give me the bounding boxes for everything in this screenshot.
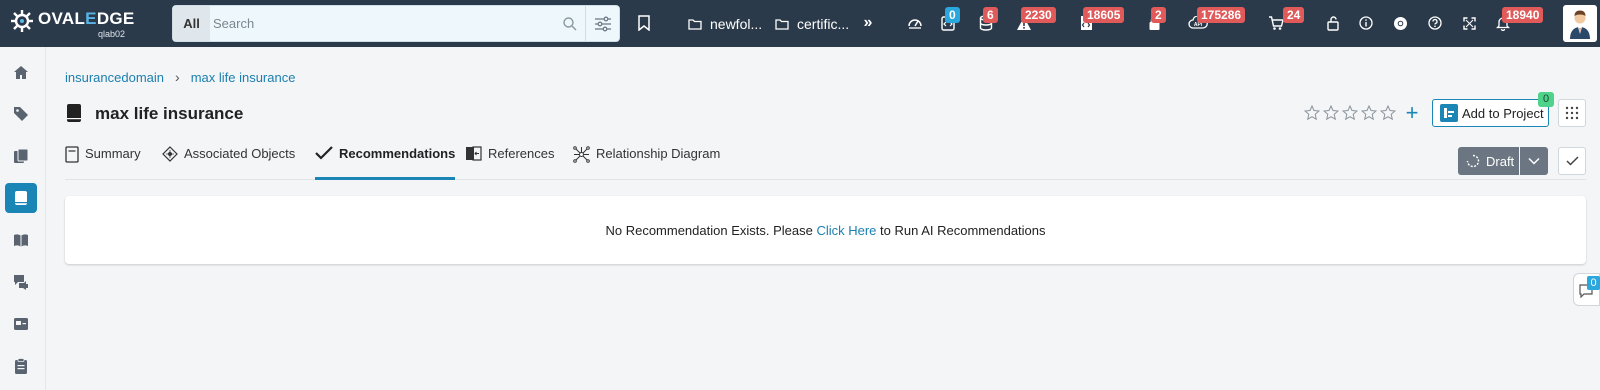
dashboard-card-icon [14, 318, 28, 330]
sidebar-item-dashboard[interactable] [5, 309, 37, 339]
left-sidebar [0, 47, 46, 390]
ovaledge-logo[interactable]: OVALEDGE qlab02 [10, 7, 160, 41]
star-icon[interactable] [1361, 105, 1377, 120]
summary-icon [65, 146, 79, 163]
cart-count-badge: 24 [1283, 7, 1305, 23]
tab-references[interactable]: References [465, 146, 554, 180]
empty-message-prefix: No Recommendation Exists. Please [605, 222, 817, 238]
folder-icon [775, 19, 789, 30]
tab-recommendations[interactable]: Recommendations [315, 146, 456, 180]
tab-label: Associated Objects [184, 146, 296, 161]
project-count-badge: 0 [1538, 92, 1554, 107]
breadcrumb: insurancedomain › max life insurance [65, 69, 295, 85]
chat-icon [14, 275, 28, 290]
add-to-project-button[interactable]: Add to Project [1432, 99, 1549, 127]
tab-label: References [488, 146, 555, 161]
book-icon [15, 191, 27, 205]
folder-icon [688, 19, 702, 30]
chrome-icon[interactable] [1389, 12, 1411, 34]
recent-folder-1[interactable]: newfol... [688, 13, 762, 35]
info-icon[interactable] [1355, 12, 1377, 34]
star-icon[interactable] [1380, 105, 1396, 120]
bookmark-icon[interactable] [633, 12, 655, 34]
references-icon [466, 146, 482, 161]
dashboard-icon[interactable] [904, 12, 926, 34]
detail-tabs: Summary Associated Objects Recommendatio… [65, 140, 1586, 180]
brand-subtitle: qlab02 [98, 29, 126, 39]
sidebar-item-catalog[interactable] [5, 141, 37, 171]
top-bar: OVALEDGE qlab02 All newfol... certific..… [0, 0, 1600, 47]
database-count-badge: 6 [983, 7, 998, 23]
search-filter-button[interactable] [585, 6, 620, 41]
sliders-icon [595, 16, 611, 31]
help-icon[interactable] [1424, 12, 1446, 34]
search-input[interactable] [213, 6, 553, 41]
global-search: All [172, 5, 620, 42]
catalog-icon [14, 148, 29, 163]
search-scope-dropdown[interactable]: All [173, 6, 210, 41]
empty-message-suffix: to Run AI Recommendations [876, 222, 1046, 238]
home-icon [14, 65, 28, 79]
tab-associated-objects[interactable]: Associated Objects [162, 146, 295, 180]
search-icon[interactable] [562, 16, 578, 32]
sidebar-item-tasks[interactable] [5, 351, 37, 381]
folder-label: certific... [797, 16, 850, 32]
tab-label: Recommendations [339, 146, 456, 161]
status-label: Draft [1486, 153, 1515, 169]
add-icon[interactable]: + [1402, 102, 1422, 124]
grid-dots-icon [1565, 106, 1579, 120]
glossary-term-icon [67, 104, 81, 122]
run-ai-recommendations-link[interactable]: Click Here [816, 223, 876, 238]
chevron-down-icon [1528, 157, 1540, 165]
tab-summary[interactable]: Summary [65, 146, 141, 180]
access-icon[interactable] [1322, 12, 1344, 34]
rating-stars[interactable] [1304, 105, 1396, 120]
page-title: max life insurance [95, 104, 244, 123]
lock-count-badge: 2 [1151, 7, 1166, 23]
clipboard-icon [15, 358, 27, 374]
brand-name: OVALEDGE [38, 9, 135, 28]
tab-label: Relationship Diagram [596, 146, 721, 161]
status-draft-button[interactable]: Draft [1458, 147, 1519, 175]
breadcrumb-domain-link[interactable]: insurancedomain [65, 70, 164, 85]
sidebar-item-stories[interactable] [5, 225, 37, 255]
user-avatar[interactable] [1563, 5, 1597, 42]
code-count-badge: 18605 [1083, 7, 1125, 23]
status-dropdown-toggle[interactable] [1520, 147, 1548, 175]
project-icon [1440, 104, 1458, 122]
sidebar-item-collaboration[interactable] [5, 267, 37, 297]
notifications-count-badge: 18940 [1502, 7, 1544, 23]
breadcrumb-current[interactable]: max life insurance [191, 70, 296, 85]
tag-icon [14, 107, 28, 121]
associated-objects-icon [162, 146, 178, 162]
add-to-project-label: Add to Project [1462, 105, 1544, 121]
star-icon[interactable] [1342, 105, 1358, 120]
tab-label: Summary [85, 146, 141, 161]
approve-button[interactable] [1558, 147, 1586, 175]
folder-label: newfol... [710, 16, 763, 32]
comments-count-badge: 0 [1587, 276, 1600, 290]
star-icon[interactable] [1304, 105, 1320, 120]
check-icon [315, 146, 333, 160]
alerts-count-badge: 2230 [1021, 7, 1056, 23]
recommendations-panel: No Recommendation Exists. Please Click H… [65, 196, 1586, 264]
more-folders-icon[interactable]: » [857, 12, 879, 34]
api-count-badge: 175286 [1197, 7, 1246, 23]
loading-circle-icon [1466, 154, 1480, 168]
network-icon [573, 146, 590, 163]
sidebar-item-home[interactable] [5, 57, 37, 87]
logo-gear-icon [11, 10, 33, 32]
sidebar-item-tags[interactable] [5, 99, 37, 129]
fullscreen-icon[interactable] [1458, 12, 1480, 34]
chevron-right-icon: › [175, 69, 180, 85]
sidebar-item-glossary[interactable] [5, 183, 37, 213]
tab-relationship-diagram[interactable]: Relationship Diagram [573, 146, 720, 180]
star-icon[interactable] [1323, 105, 1339, 120]
apps-menu-button[interactable] [1558, 99, 1586, 127]
recent-folder-2[interactable]: certific... [775, 13, 849, 35]
checkmark-icon [1565, 156, 1579, 166]
inbox-count-badge: 0 [945, 7, 960, 23]
open-book-icon [14, 234, 28, 247]
